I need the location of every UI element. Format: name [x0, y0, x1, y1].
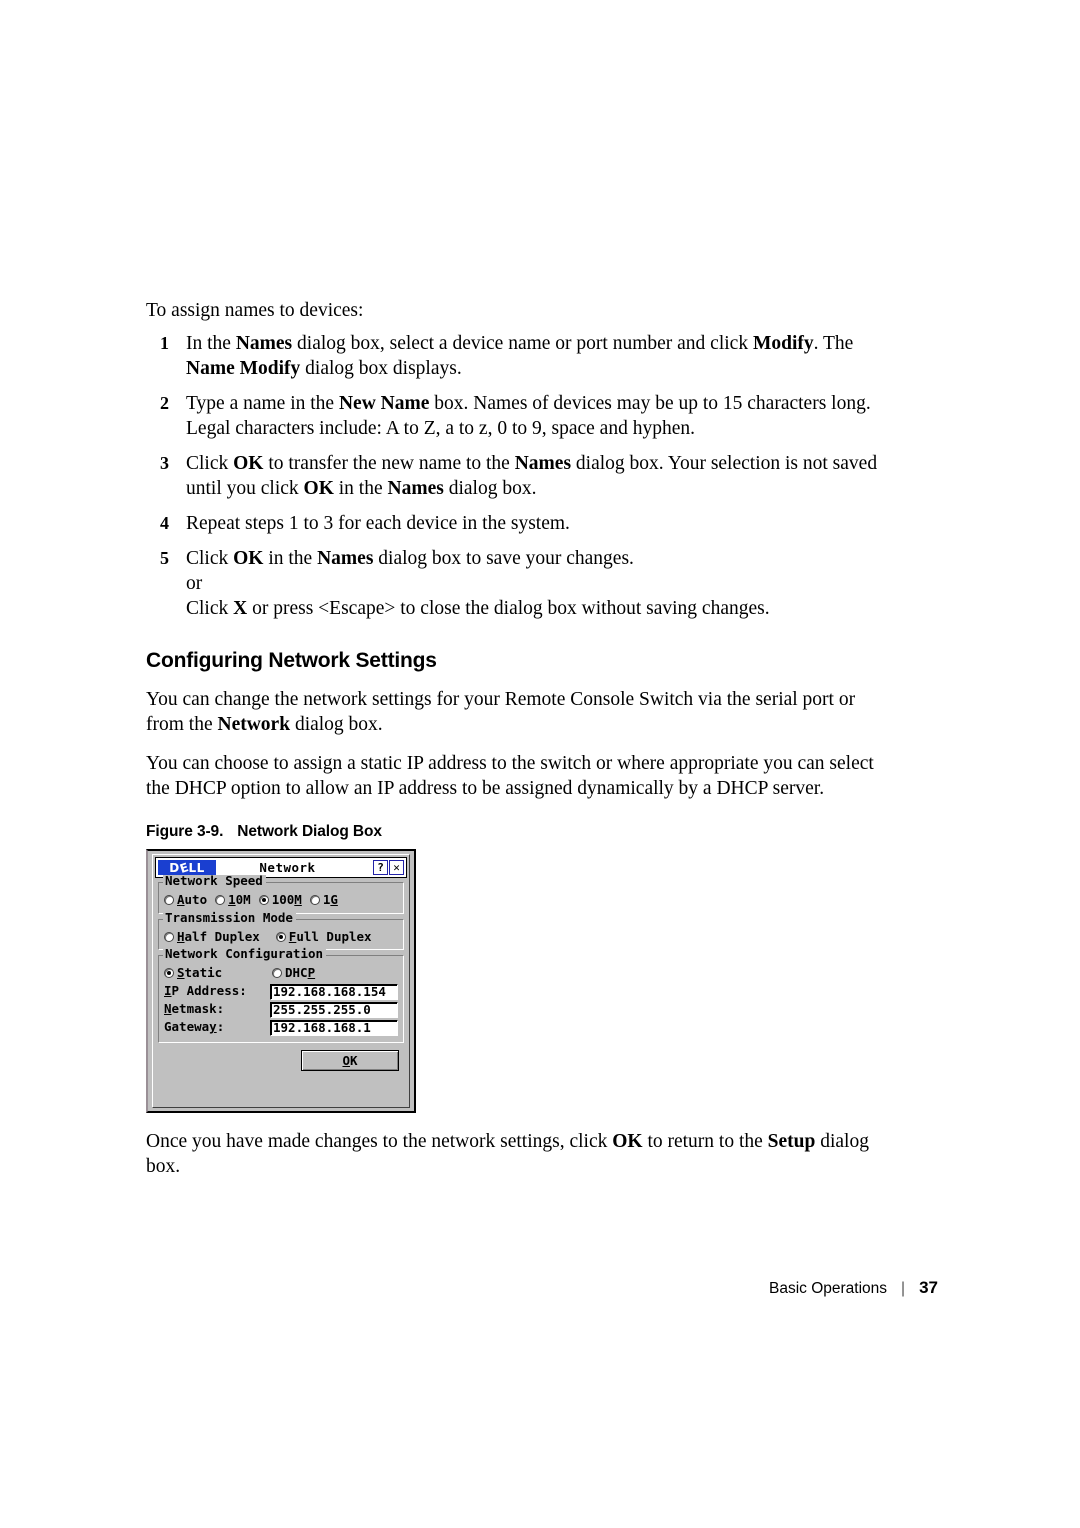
field-row-gateway: Gateway: 192.168.168.1 — [164, 1019, 398, 1036]
dialog-inner-frame: D E LL Network ? ✕ Network Speed Auto 10… — [152, 854, 410, 1108]
help-icon[interactable]: ? — [373, 860, 388, 875]
radio-label: DHCP — [285, 965, 316, 980]
radio-dot-icon — [164, 895, 174, 906]
radio-label: 10M — [228, 892, 251, 907]
step-text: Click OK to transfer the new name to the… — [186, 453, 878, 499]
radio-label: Auto — [177, 892, 208, 907]
titlebar-buttons: ? ✕ — [373, 860, 404, 875]
network-dialog-screenshot: D E LL Network ? ✕ Network Speed Auto 10… — [146, 849, 416, 1113]
group-legend-network-configuration: Network Configuration — [163, 947, 327, 961]
group-legend-network-speed: Network Speed — [163, 874, 266, 888]
radio-label: Full Duplex — [288, 928, 372, 944]
radio-dhcp[interactable]: DHCP — [272, 965, 316, 980]
field-row-ip-address: IP Address: 192.168.168.154 — [164, 983, 398, 1000]
footer-section-name: Basic Operations — [769, 1280, 888, 1297]
step-number: 5 — [160, 548, 169, 568]
radio-label: Static — [177, 965, 223, 980]
input-ip-address[interactable]: 192.168.168.154 — [270, 983, 398, 1000]
network-speed-options: Auto 10M 100M 1G — [164, 892, 398, 907]
step-number: 2 — [160, 393, 169, 413]
step-number: 3 — [160, 453, 169, 473]
radio-full-duplex[interactable]: Full Duplex — [275, 928, 372, 944]
radio-dot-icon — [272, 968, 282, 979]
label-gateway: Gateway: — [164, 1019, 225, 1035]
section-heading: Configuring Network Settings — [146, 649, 437, 672]
step-text: Repeat steps 1 to 3 for each device in t… — [186, 513, 570, 534]
input-gateway[interactable]: 192.168.168.1 — [270, 1019, 398, 1036]
step-text: Click OK in the Names dialog box to save… — [186, 548, 770, 619]
dialog-button-row: OK — [158, 1048, 404, 1071]
page-number: 37 — [919, 1278, 938, 1297]
figure-number: Figure 3-9. — [146, 823, 224, 840]
paragraph-network-settings: You can change the network settings for … — [146, 689, 856, 735]
radio-static[interactable]: Static — [164, 965, 264, 980]
step-text: In the Names dialog box, select a device… — [186, 333, 854, 379]
label-netmask: Netmask: — [164, 1001, 225, 1017]
group-legend-transmission-mode: Transmission Mode — [163, 911, 296, 924]
closing-paragraph: Once you have made changes to the networ… — [146, 1131, 869, 1177]
radio-label: 1G — [322, 892, 338, 907]
step-item: 5 Click OK in the Names dialog box to sa… — [146, 546, 886, 621]
step-number: 4 — [160, 513, 169, 533]
radio-label: 100M — [271, 892, 302, 907]
radio-half-duplex[interactable]: Half Duplex — [164, 928, 260, 944]
radio-label: Half Duplex — [177, 928, 260, 944]
radio-dot-icon — [258, 895, 269, 906]
figure-caption: Figure 3-9. Network Dialog Box — [146, 823, 886, 841]
label-ip-address: IP Address: — [164, 983, 247, 999]
step-item: 2 Type a name in the New Name box. Names… — [146, 391, 886, 441]
radio-speed-1g[interactable]: 1G — [309, 892, 338, 907]
group-network-speed: Network Speed Auto 10M 100M 1G — [158, 874, 404, 914]
radio-speed-auto[interactable]: Auto — [164, 892, 208, 907]
step-item: 1 In the Names dialog box, select a devi… — [146, 331, 886, 381]
radio-dot-icon — [215, 895, 226, 906]
step-number: 1 — [160, 333, 169, 353]
radio-dot-icon — [164, 931, 174, 942]
content-column: To assign names to devices: 1 In the Nam… — [146, 298, 886, 1179]
footer-separator: | — [901, 1280, 906, 1297]
radio-dot-icon — [164, 968, 174, 979]
field-row-netmask: Netmask: 255.255.255.0 — [164, 1001, 398, 1018]
paragraph-dhcp-option: You can choose to assign a static IP add… — [146, 753, 874, 799]
input-netmask[interactable]: 255.255.255.0 — [270, 1001, 398, 1018]
transmission-mode-options: Half Duplex Full Duplex — [164, 928, 398, 944]
dialog-body: Network Speed Auto 10M 100M 1G Transmiss… — [153, 874, 409, 1071]
network-configuration-options: Static DHCP — [164, 965, 398, 980]
close-icon[interactable]: ✕ — [389, 860, 404, 875]
figure-title: Network Dialog Box — [237, 823, 382, 840]
radio-dot-icon — [275, 931, 286, 942]
ok-button[interactable]: OK — [301, 1049, 399, 1071]
radio-speed-10m[interactable]: 10M — [215, 892, 251, 907]
numbered-step-list: 1 In the Names dialog box, select a devi… — [146, 331, 886, 621]
document-page: To assign names to devices: 1 In the Nam… — [0, 0, 1080, 1528]
group-network-configuration: Network Configuration Static DHCP IP Add… — [158, 947, 404, 1043]
step-item: 4 Repeat steps 1 to 3 for each device in… — [146, 511, 886, 536]
radio-dot-icon — [309, 895, 320, 906]
page-footer: Basic Operations | 37 — [0, 1278, 1080, 1298]
radio-speed-100m[interactable]: 100M — [258, 892, 302, 907]
step-item: 3 Click OK to transfer the new name to t… — [146, 451, 886, 501]
step-text: Type a name in the New Name box. Names o… — [186, 393, 871, 439]
lead-paragraph: To assign names to devices: — [146, 300, 364, 321]
